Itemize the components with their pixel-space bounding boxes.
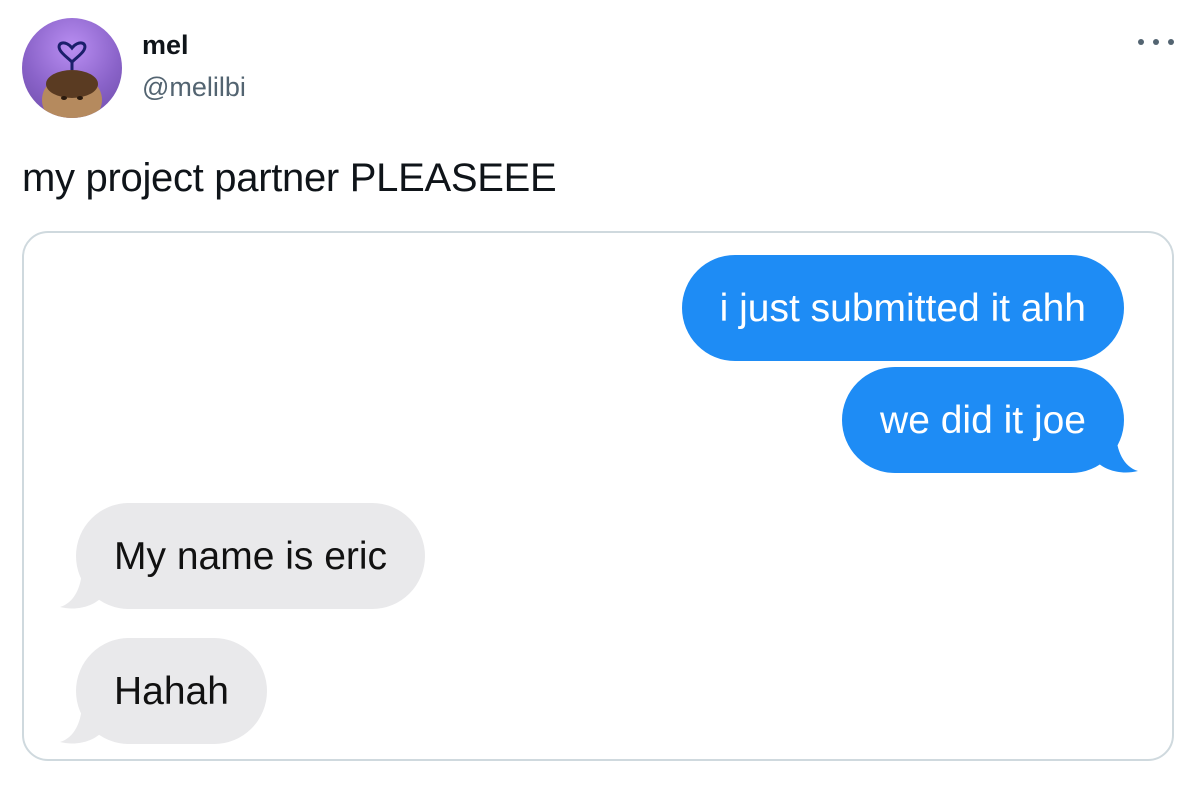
message-bubble-sent: we did it joe [842, 367, 1124, 473]
avatar-photo-icon [42, 41, 102, 118]
message-text: Hahah [114, 669, 229, 713]
message-bubble-received: My name is eric [76, 503, 426, 609]
message-text: we did it joe [880, 398, 1086, 442]
message-bubble-received: Hahah [76, 638, 267, 744]
bubble-tail-icon [60, 567, 104, 609]
avatar[interactable] [22, 18, 122, 118]
more-dots-icon [1153, 39, 1159, 45]
message-bubble-sent: i just submitted it ahh [681, 255, 1124, 361]
more-dots-icon [1138, 39, 1144, 45]
media-card[interactable]: i just submitted it ahh we did it joe My… [22, 231, 1174, 761]
message-text: i just submitted it ahh [719, 286, 1086, 330]
message-text: My name is eric [114, 534, 388, 578]
more-options-button[interactable] [1138, 30, 1174, 54]
more-dots-icon [1168, 39, 1174, 45]
bubble-tail-icon [60, 702, 104, 744]
bubble-tail-icon [1094, 431, 1138, 473]
display-name[interactable]: mel [142, 30, 189, 61]
user-handle[interactable]: @melilbi [142, 72, 246, 103]
tweet-text: my project partner PLEASEEE [22, 156, 557, 200]
tweet: mel @melilbi my project partner PLEASEEE… [0, 0, 1200, 791]
